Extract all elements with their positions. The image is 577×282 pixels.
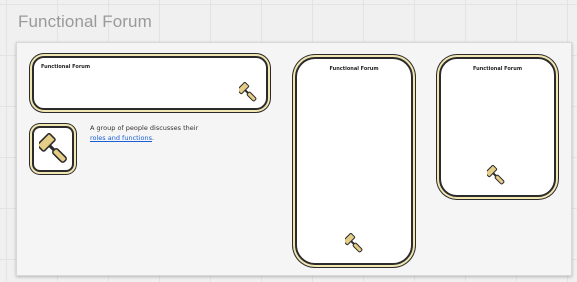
description-text: A group of people discusses their bbox=[90, 124, 199, 132]
description-text-end: . bbox=[152, 133, 155, 142]
paint-roller-icon bbox=[487, 165, 505, 185]
paint-roller-icon bbox=[345, 233, 363, 253]
paint-roller-icon bbox=[39, 133, 67, 163]
functional-forum-card-tall[interactable]: Functional Forum bbox=[295, 57, 413, 265]
shape-description: A group of people discusses their roles … bbox=[90, 124, 200, 143]
diagram-canvas[interactable]: Functional Forum A group of people discu… bbox=[16, 42, 572, 276]
functional-forum-card-wide[interactable]: Functional Forum bbox=[32, 56, 268, 110]
functional-forum-icon-tile[interactable] bbox=[32, 126, 74, 172]
card-title: Functional Forum bbox=[329, 66, 379, 72]
paint-roller-icon bbox=[239, 82, 257, 102]
roles-and-functions-link[interactable]: roles and functions bbox=[90, 134, 152, 142]
functional-forum-card-medium[interactable]: Functional Forum bbox=[439, 57, 556, 197]
card-title: Functional Forum bbox=[41, 64, 91, 70]
page-title: Functional Forum bbox=[18, 12, 152, 31]
card-title: Functional Forum bbox=[472, 66, 523, 72]
